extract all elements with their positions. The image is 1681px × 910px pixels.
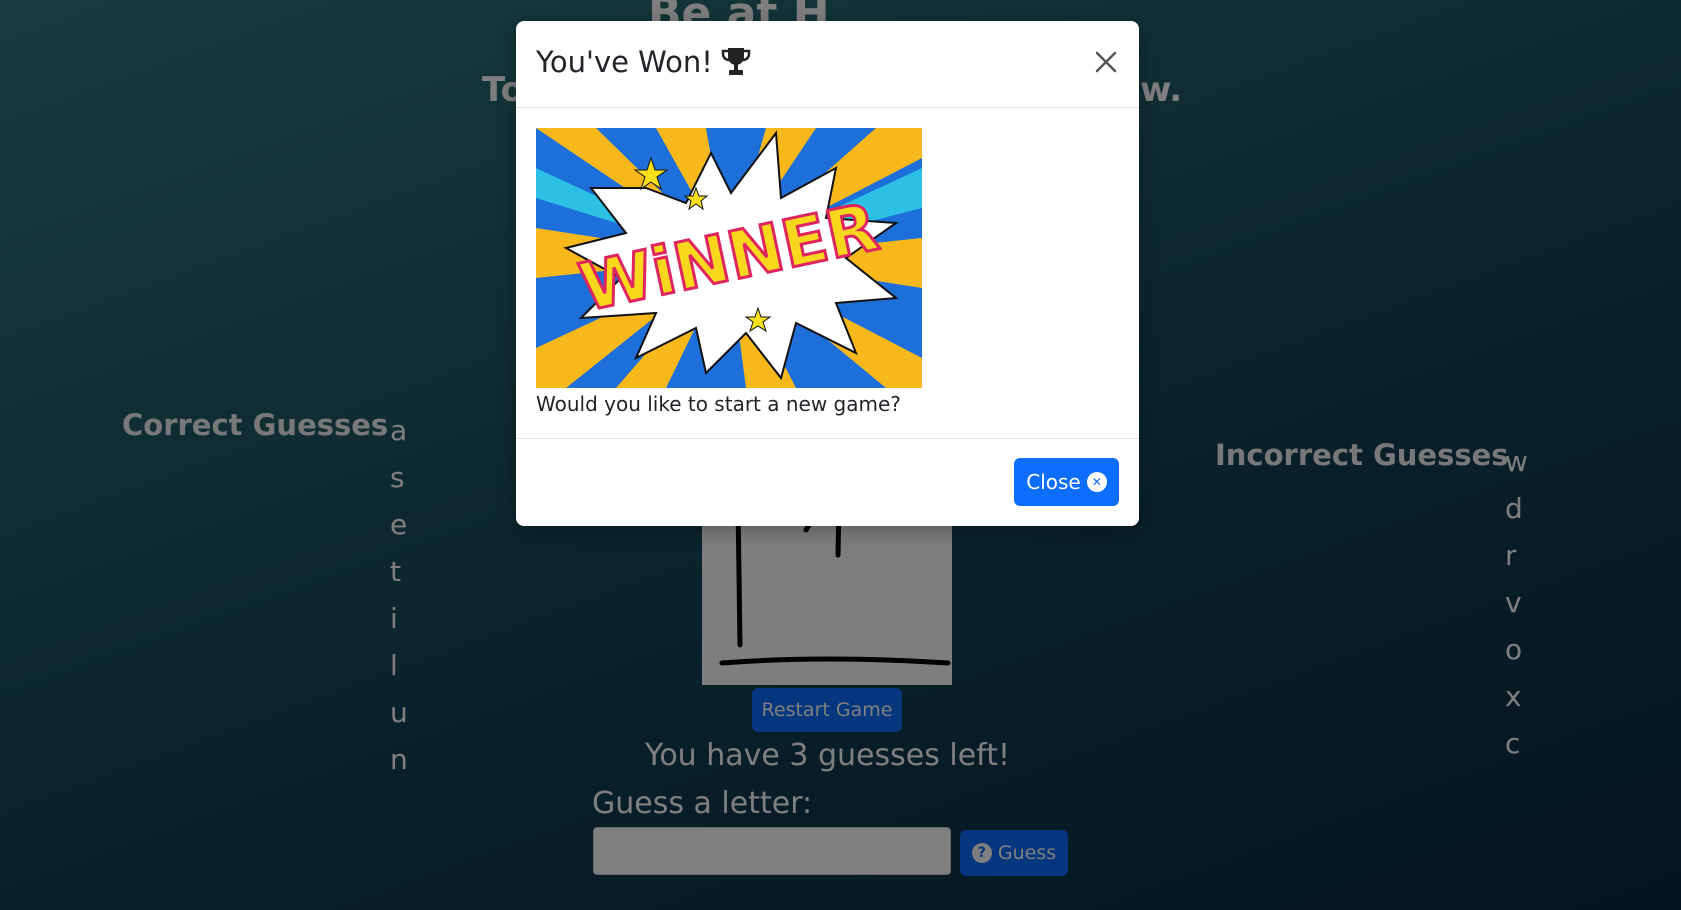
modal-title: You've Won! xyxy=(536,45,751,79)
new-game-prompt: Would you like to start a new game? xyxy=(536,392,901,416)
close-icon[interactable] xyxy=(1091,47,1121,77)
close-circle-icon: ✕ xyxy=(1086,472,1107,492)
modal-body: WiNNER Would you like to start a new gam… xyxy=(516,108,1139,439)
close-button-label: Close xyxy=(1026,470,1081,494)
modal-header: You've Won! xyxy=(516,21,1139,108)
close-button[interactable]: Close ✕ xyxy=(1014,458,1119,506)
modal-title-text: You've Won! xyxy=(536,45,713,79)
trophy-icon xyxy=(721,48,751,75)
winner-image: WiNNER xyxy=(536,128,922,388)
win-modal: You've Won! WiNNER Would you like to sta… xyxy=(516,21,1139,526)
